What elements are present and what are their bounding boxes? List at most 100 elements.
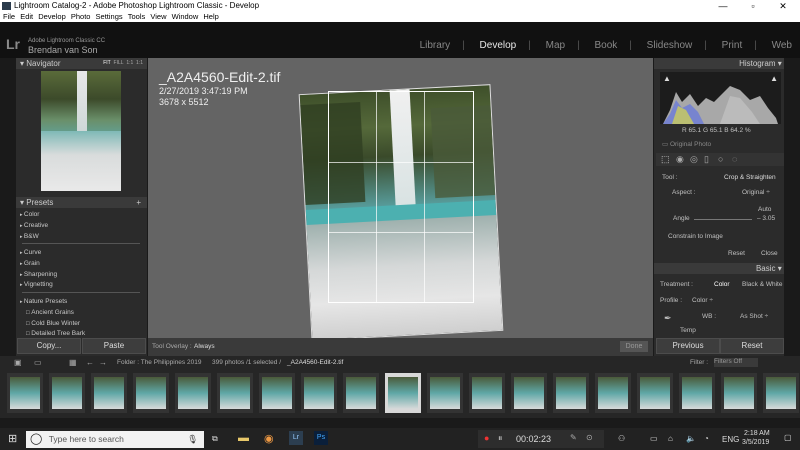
add-preset-icon[interactable]: + <box>136 197 141 208</box>
preset-item[interactable]: Cold Blue Winter <box>20 319 85 330</box>
preset-folder[interactable]: Creative <box>20 221 48 232</box>
edit-icon[interactable]: ✎ <box>570 433 577 442</box>
zoom-fill[interactable]: FILL <box>114 60 124 66</box>
eyedropper-icon[interactable]: ✒ <box>664 313 672 324</box>
filmstrip-thumbnail[interactable] <box>91 373 127 413</box>
wb-select[interactable]: As Shot ÷ <box>740 313 768 320</box>
auto-angle-button[interactable]: Auto <box>758 206 771 213</box>
file-explorer-icon[interactable]: ▬ <box>238 432 249 444</box>
preset-folder[interactable]: Curve <box>20 248 57 259</box>
histogram-header[interactable]: Histogram ▾ <box>654 58 784 69</box>
main-window-icon[interactable]: ▣ <box>14 358 22 367</box>
menu-settings[interactable]: Settings <box>96 12 123 21</box>
menu-develop[interactable]: Develop <box>38 12 66 21</box>
zoom-ratio[interactable]: 1:1 <box>136 60 143 66</box>
language-indicator[interactable]: ENG <box>722 435 739 444</box>
filmstrip-thumbnail[interactable] <box>553 373 589 413</box>
filmstrip-thumbnail[interactable] <box>511 373 547 413</box>
menu-help[interactable]: Help <box>203 12 218 21</box>
preset-folder[interactable]: Color <box>20 210 48 221</box>
menu-photo[interactable]: Photo <box>71 12 91 21</box>
volume-icon[interactable]: 🔈 <box>686 434 696 443</box>
filmstrip-thumbnail[interactable] <box>763 373 799 413</box>
notifications-icon[interactable]: ▢ <box>784 433 792 442</box>
crop-tool-icon[interactable]: ⬚ <box>661 154 670 165</box>
filmstrip-thumbnail[interactable] <box>259 373 295 413</box>
secondary-window-icon[interactable]: ▭ <box>34 358 42 367</box>
module-map[interactable]: Map <box>546 40 565 51</box>
people-icon[interactable]: ⚇ <box>618 434 625 443</box>
adjustment-brush-icon[interactable]: ◌ <box>732 154 737 164</box>
filmstrip-thumbnail[interactable] <box>679 373 715 413</box>
copy-button[interactable]: Copy... <box>17 338 81 354</box>
graduated-filter-icon[interactable]: ▯ <box>704 154 709 165</box>
radial-filter-icon[interactable]: ○ <box>718 154 723 164</box>
reset-button[interactable]: Reset <box>720 338 784 354</box>
preset-folder[interactable]: Grain <box>20 259 57 270</box>
tool-overlay-select[interactable]: Always <box>194 343 215 350</box>
paste-button[interactable]: Paste <box>82 338 146 354</box>
treatment-color[interactable]: Color <box>714 281 730 288</box>
filmstrip-thumbnail[interactable] <box>427 373 463 413</box>
minimize-button[interactable]: — <box>708 0 738 12</box>
treatment-bw[interactable]: Black & White <box>742 281 782 288</box>
navigator-header[interactable]: ▾ Navigator FIT FILL 1:1 1:1 <box>16 58 147 69</box>
menu-tools[interactable]: Tools <box>128 12 146 21</box>
spot-removal-icon[interactable]: ◉ <box>676 154 684 165</box>
preset-folder-nature[interactable]: Nature Presets <box>20 297 85 308</box>
presets-header[interactable]: ▾ Presets + <box>16 197 147 208</box>
preset-item[interactable]: Ancient Grains <box>20 308 85 319</box>
filmstrip-thumbnail[interactable] <box>343 373 379 413</box>
lightroom-taskbar-icon[interactable]: Lr <box>289 431 303 445</box>
pause-icon[interactable]: ⏸ <box>498 433 503 444</box>
filmstrip-thumbnail[interactable] <box>469 373 505 413</box>
aspect-select[interactable]: Original ÷ <box>742 189 770 196</box>
menu-window[interactable]: Window <box>172 12 199 21</box>
module-slideshow[interactable]: Slideshow <box>647 40 693 51</box>
record-icon[interactable]: ● <box>484 433 489 443</box>
menu-view[interactable]: View <box>150 12 166 21</box>
filmstrip-thumbnail[interactable] <box>49 373 85 413</box>
highlight-clipping-icon[interactable]: ▲ <box>770 74 778 83</box>
filmstrip-thumbnail[interactable] <box>175 373 211 413</box>
microphone-icon[interactable]: 🎙 <box>187 431 198 448</box>
module-print[interactable]: Print <box>722 40 743 51</box>
close-button[interactable]: ✕ <box>768 0 798 12</box>
preset-folder[interactable]: Sharpening <box>20 270 57 281</box>
forward-arrow-icon[interactable]: → <box>99 358 107 367</box>
filmstrip-thumbnail[interactable] <box>595 373 631 413</box>
camera-icon[interactable]: ⊙ <box>586 433 593 442</box>
red-eye-icon[interactable]: ◎ <box>690 154 698 165</box>
module-library[interactable]: Library <box>420 40 451 51</box>
module-develop[interactable]: Develop <box>480 40 517 51</box>
zoom-fit[interactable]: FIT <box>103 60 111 66</box>
filmstrip-thumbnail[interactable] <box>721 373 757 413</box>
filter-select[interactable]: Filters Off <box>714 358 758 367</box>
grid-view-icon[interactable]: ▦ <box>69 358 77 367</box>
navigator-preview[interactable] <box>41 71 121 191</box>
module-book[interactable]: Book <box>594 40 617 51</box>
filmstrip-thumbnail[interactable] <box>7 373 43 413</box>
task-view-icon[interactable]: ⧉ <box>212 434 218 444</box>
angle-slider[interactable] <box>694 219 752 220</box>
histogram-graph[interactable]: ▲ ▲ <box>660 72 781 124</box>
crop-close-button[interactable]: Close <box>761 250 778 257</box>
photoshop-taskbar-icon[interactable]: Ps <box>314 431 328 445</box>
done-button[interactable]: Done <box>620 341 648 352</box>
wifi-icon[interactable]: ◔ <box>704 434 709 443</box>
crop-rectangle[interactable] <box>328 91 474 303</box>
previous-button[interactable]: Previous <box>656 338 720 354</box>
windows-start-icon[interactable]: ⊞ <box>8 432 17 445</box>
filmstrip-thumbnail[interactable] <box>301 373 337 413</box>
zoom-1to1[interactable]: 1:1 <box>126 60 133 66</box>
preset-folder[interactable]: B&W <box>20 232 48 243</box>
clock-time[interactable]: 2:18 AM <box>744 430 770 437</box>
filmstrip-folder[interactable]: Folder : The Philippines 2019 <box>117 359 201 366</box>
preset-folder[interactable]: Vignetting <box>20 280 57 291</box>
battery-icon[interactable]: ▭ <box>650 434 658 443</box>
menu-edit[interactable]: Edit <box>20 12 33 21</box>
taskbar-search[interactable]: ◯ Type here to search 🎙 <box>26 431 204 448</box>
shadow-clipping-icon[interactable]: ▲ <box>663 74 671 83</box>
back-arrow-icon[interactable]: ← <box>86 358 94 367</box>
module-web[interactable]: Web <box>772 40 792 51</box>
